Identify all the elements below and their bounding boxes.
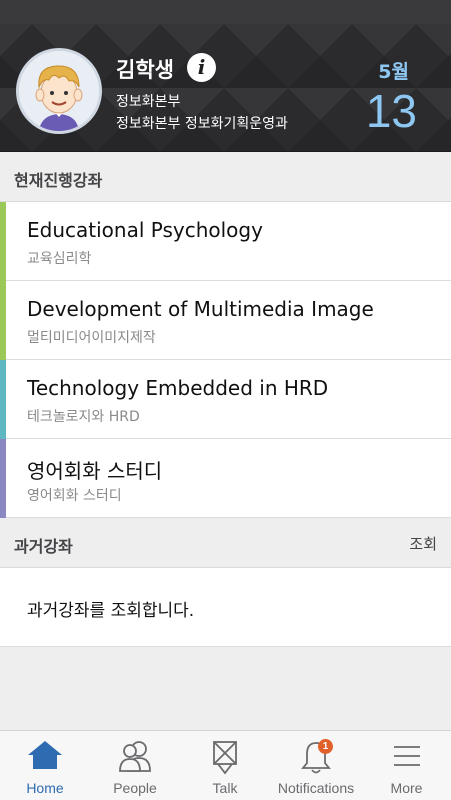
course-title: 영어회화 스터디 [27, 459, 163, 483]
date-day: 13 [365, 85, 417, 137]
profile-header: 김학생 i 정보화본부 정보화본부 정보화기획운영과 5월 13 [0, 24, 451, 152]
tab-label: Talk [212, 780, 238, 796]
notification-badge: 1 [318, 739, 333, 754]
course-subtitle: 영어회화 스터디 [27, 488, 122, 504]
user-department: 정보화본부 [116, 94, 181, 110]
list-item[interactable]: Development of Multimedia Image 멀티미디어이미지… [0, 281, 451, 360]
past-courses-header: 과거강좌 조회 [0, 518, 451, 568]
course-subtitle: 멀티미디어이미지제작 [27, 330, 156, 346]
current-courses-header: 현재진행강좌 [0, 152, 451, 202]
course-list: Educational Psychology 교육심리학 Development… [0, 202, 451, 518]
status-bar [0, 0, 451, 24]
tab-label: More [390, 780, 423, 796]
list-item[interactable]: 영어회화 스터디 영어회화 스터디 [0, 439, 451, 518]
tab-talk[interactable]: Talk [180, 731, 270, 800]
tab-bar: Home People Talk 1 Notifications More [0, 730, 451, 800]
home-icon [28, 741, 62, 769]
course-color-bar [0, 439, 6, 518]
course-subtitle: 교육심리학 [27, 251, 92, 267]
people-icon [119, 741, 151, 772]
course-color-bar [0, 360, 6, 439]
user-division: 정보화본부 정보화기획운영과 [116, 116, 288, 132]
tab-home[interactable]: Home [0, 731, 90, 800]
avatar-illustration [19, 51, 99, 131]
avatar[interactable] [16, 48, 102, 134]
course-title: Educational Psychology [27, 218, 263, 242]
tab-label: People [113, 780, 157, 796]
tab-label: Home [26, 780, 64, 796]
course-color-bar [0, 281, 6, 360]
section-title: 과거강좌 [14, 537, 73, 556]
past-courses-item[interactable]: 과거강좌를 조회합니다. [0, 568, 451, 647]
menu-icon [393, 746, 420, 766]
date-month: 5월 [378, 61, 409, 83]
tab-notifications[interactable]: 1 Notifications [270, 731, 362, 800]
talk-icon [213, 741, 237, 775]
course-subtitle: 테크놀로지와 HRD [27, 409, 140, 425]
course-color-bar [0, 202, 6, 281]
user-name: 김학생 [116, 58, 174, 82]
list-item[interactable]: Technology Embedded in HRD 테크놀로지와 HRD [0, 360, 451, 439]
past-courses-message: 과거강좌를 조회합니다. [27, 601, 195, 621]
view-past-button[interactable]: 조회 [409, 533, 437, 554]
course-title: Technology Embedded in HRD [27, 376, 329, 400]
tab-people[interactable]: People [90, 731, 180, 800]
list-item[interactable]: Educational Psychology 교육심리학 [0, 202, 451, 281]
tab-more[interactable]: More [362, 731, 451, 800]
course-title: Development of Multimedia Image [27, 297, 374, 321]
section-title: 현재진행강좌 [14, 171, 103, 190]
tab-label: Notifications [277, 780, 355, 796]
info-icon[interactable]: i [187, 53, 216, 82]
